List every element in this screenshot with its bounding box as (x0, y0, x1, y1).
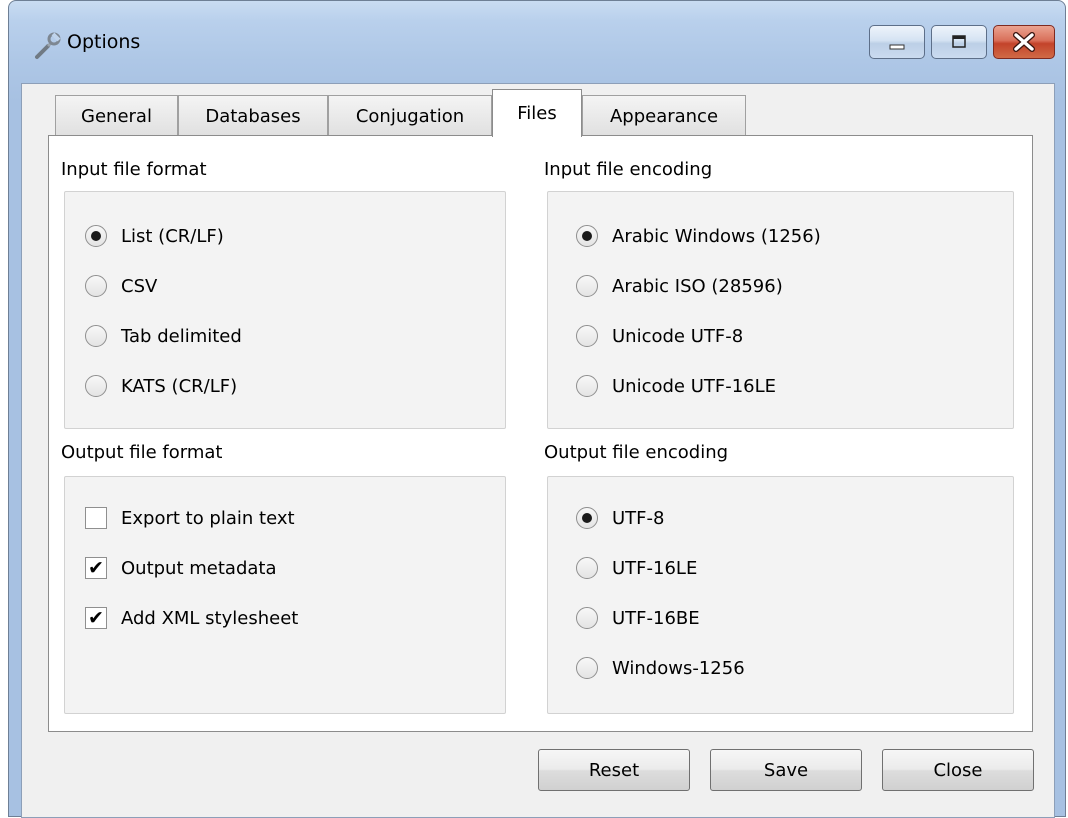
title-bar[interactable]: Options (9, 1, 1065, 83)
checkbox[interactable]: ✔ (85, 607, 107, 629)
option-label: UTF-16LE (612, 557, 698, 579)
checkbox-output-metadata[interactable]: ✔ Output metadata (85, 557, 277, 579)
tab-appearance[interactable]: Appearance (582, 95, 746, 136)
files-tab-panel: Input file format List (CR/LF) CSV Tab d… (48, 135, 1033, 732)
radio-dot (582, 513, 592, 523)
radio-utf8[interactable]: UTF-8 (576, 507, 664, 529)
option-label: Windows-1256 (612, 657, 745, 679)
input-format-group: List (CR/LF) CSV Tab delimited KATS (CR/… (64, 191, 506, 429)
input-encoding-group: Arabic Windows (1256) Arabic ISO (28596)… (547, 191, 1014, 429)
radio-dot (582, 231, 592, 241)
radio-button[interactable] (85, 275, 107, 297)
checkbox[interactable] (85, 507, 107, 529)
maximize-button[interactable] (931, 25, 987, 59)
radio-dot (91, 231, 101, 241)
save-button[interactable]: Save (710, 749, 862, 791)
radio-button[interactable] (576, 607, 598, 629)
radio-button[interactable] (85, 325, 107, 347)
minimize-icon (889, 44, 905, 50)
option-label: Tab delimited (121, 325, 242, 347)
tab-label: General (81, 105, 152, 127)
checkbox[interactable]: ✔ (85, 557, 107, 579)
option-label: Unicode UTF-8 (612, 325, 744, 347)
checkbox-add-xml-stylesheet[interactable]: ✔ Add XML stylesheet (85, 607, 298, 629)
radio-unicode-utf16le[interactable]: Unicode UTF-16LE (576, 375, 776, 397)
close-icon (1013, 32, 1035, 52)
option-label: KATS (CR/LF) (121, 375, 238, 397)
radio-button[interactable] (576, 375, 598, 397)
option-label: Arabic ISO (28596) (612, 275, 783, 297)
radio-tab-delimited[interactable]: Tab delimited (85, 325, 242, 347)
output-format-group: Export to plain text ✔ Output metadata ✔… (64, 476, 506, 714)
radio-button[interactable] (576, 657, 598, 679)
option-label: Export to plain text (121, 507, 295, 529)
checkmark-icon: ✔ (88, 556, 104, 579)
radio-list-crlf[interactable]: List (CR/LF) (85, 225, 224, 247)
radio-arabic-windows-1256[interactable]: Arabic Windows (1256) (576, 225, 821, 247)
checkbox-export-plain-text[interactable]: Export to plain text (85, 507, 295, 529)
radio-windows-1256[interactable]: Windows-1256 (576, 657, 745, 679)
tab-conjugation[interactable]: Conjugation (328, 95, 492, 136)
option-label: Arabic Windows (1256) (612, 225, 821, 247)
tab-databases[interactable]: Databases (178, 95, 328, 136)
radio-csv[interactable]: CSV (85, 275, 157, 297)
radio-button[interactable] (576, 557, 598, 579)
option-label: CSV (121, 275, 158, 297)
radio-button[interactable] (576, 507, 598, 529)
radio-button[interactable] (576, 275, 598, 297)
checkmark-icon: ✔ (88, 606, 104, 629)
output-encoding-group: UTF-8 UTF-16LE UTF-16BE Windows-1256 (547, 476, 1014, 714)
radio-utf16le[interactable]: UTF-16LE (576, 557, 697, 579)
dialog-body: General Databases Conjugation Files Appe… (21, 83, 1055, 818)
radio-kats-crlf[interactable]: KATS (CR/LF) (85, 375, 237, 397)
option-label: Add XML stylesheet (121, 607, 299, 629)
tab-general[interactable]: General (55, 95, 178, 136)
option-label: UTF-8 (612, 507, 665, 529)
output-format-title: Output file format (61, 442, 223, 463)
reset-button[interactable]: Reset (538, 749, 690, 791)
radio-button[interactable] (576, 225, 598, 247)
output-encoding-title: Output file encoding (544, 442, 729, 463)
tab-files[interactable]: Files (492, 89, 582, 137)
window-title: Options (67, 31, 141, 53)
option-label: Output metadata (121, 557, 277, 579)
radio-button[interactable] (85, 375, 107, 397)
close-button[interactable]: Close (882, 749, 1034, 791)
options-window: Options General Databases Conjugation Fi… (8, 0, 1066, 818)
tab-label: Files (517, 103, 557, 124)
radio-button[interactable] (576, 325, 598, 347)
tab-label: Databases (205, 105, 301, 127)
option-label: List (CR/LF) (121, 225, 224, 247)
tab-label: Appearance (609, 105, 719, 127)
option-label: Unicode UTF-16LE (612, 375, 777, 397)
minimize-button[interactable] (869, 25, 925, 59)
tab-label: Conjugation (355, 105, 465, 127)
input-format-title: Input file format (61, 159, 207, 180)
close-window-button[interactable] (993, 25, 1055, 59)
radio-arabic-iso-28596[interactable]: Arabic ISO (28596) (576, 275, 783, 297)
radio-utf16be[interactable]: UTF-16BE (576, 607, 700, 629)
input-encoding-title: Input file encoding (544, 159, 713, 180)
radio-unicode-utf8[interactable]: Unicode UTF-8 (576, 325, 743, 347)
wrench-icon (35, 32, 61, 59)
option-label: UTF-16BE (612, 607, 700, 629)
radio-button[interactable] (85, 225, 107, 247)
maximize-icon (952, 35, 966, 48)
